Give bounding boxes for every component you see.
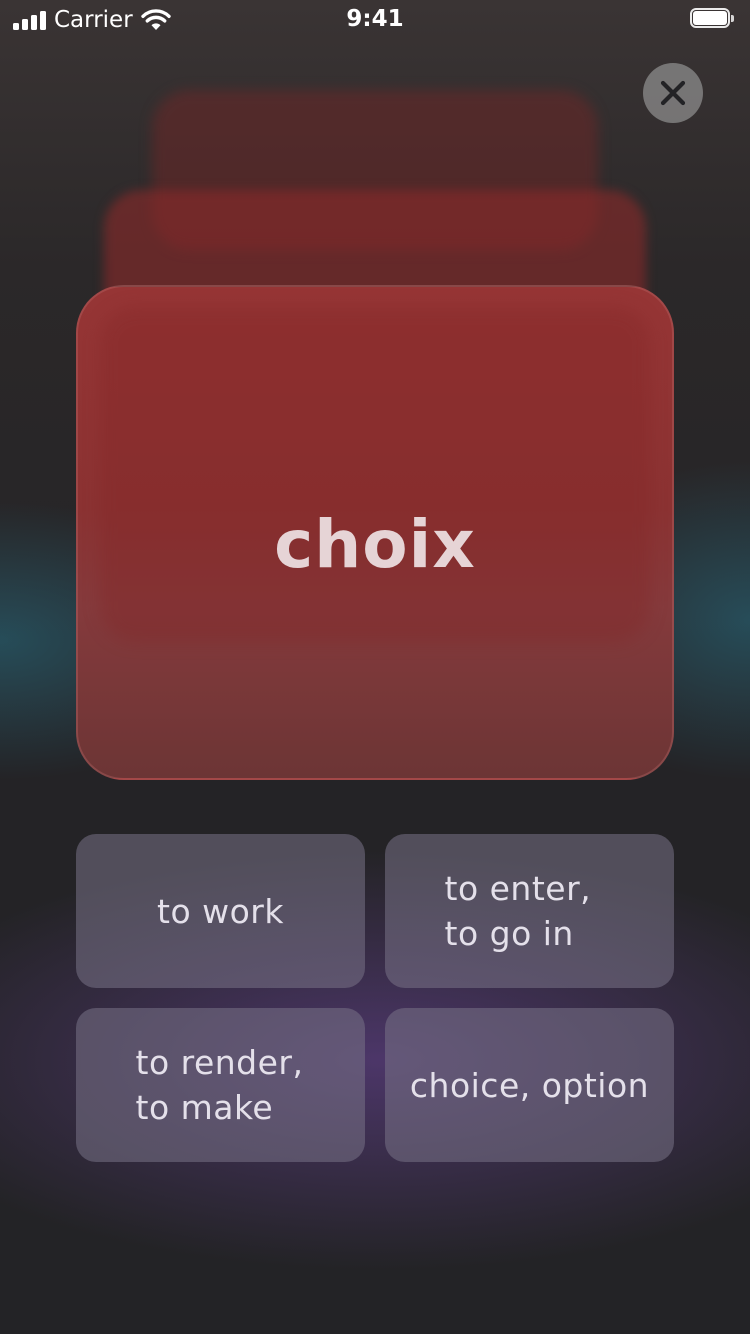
answer-option-1[interactable]: to work [76,834,365,988]
answer-option-label: to enter, to go in [444,869,592,953]
answer-option-label: choice, option [409,1065,650,1105]
answer-option-label: to work [157,891,284,931]
flashcard-highlight [100,307,650,642]
answer-option-2[interactable]: to enter, to go in [385,834,674,988]
answer-option-4[interactable]: choice, option [385,1008,674,1162]
answer-option-label: to render, to make [135,1043,304,1127]
flashcard-word: choix [274,506,476,583]
answer-option-3[interactable]: to render, to make [76,1008,365,1162]
status-time: 9:41 [346,6,404,32]
close-button[interactable] [643,63,703,123]
flashcard[interactable]: choix [76,285,674,780]
battery-icon [690,8,736,30]
status-bar: Carrier 9:41 [0,0,750,40]
close-icon [660,80,686,106]
